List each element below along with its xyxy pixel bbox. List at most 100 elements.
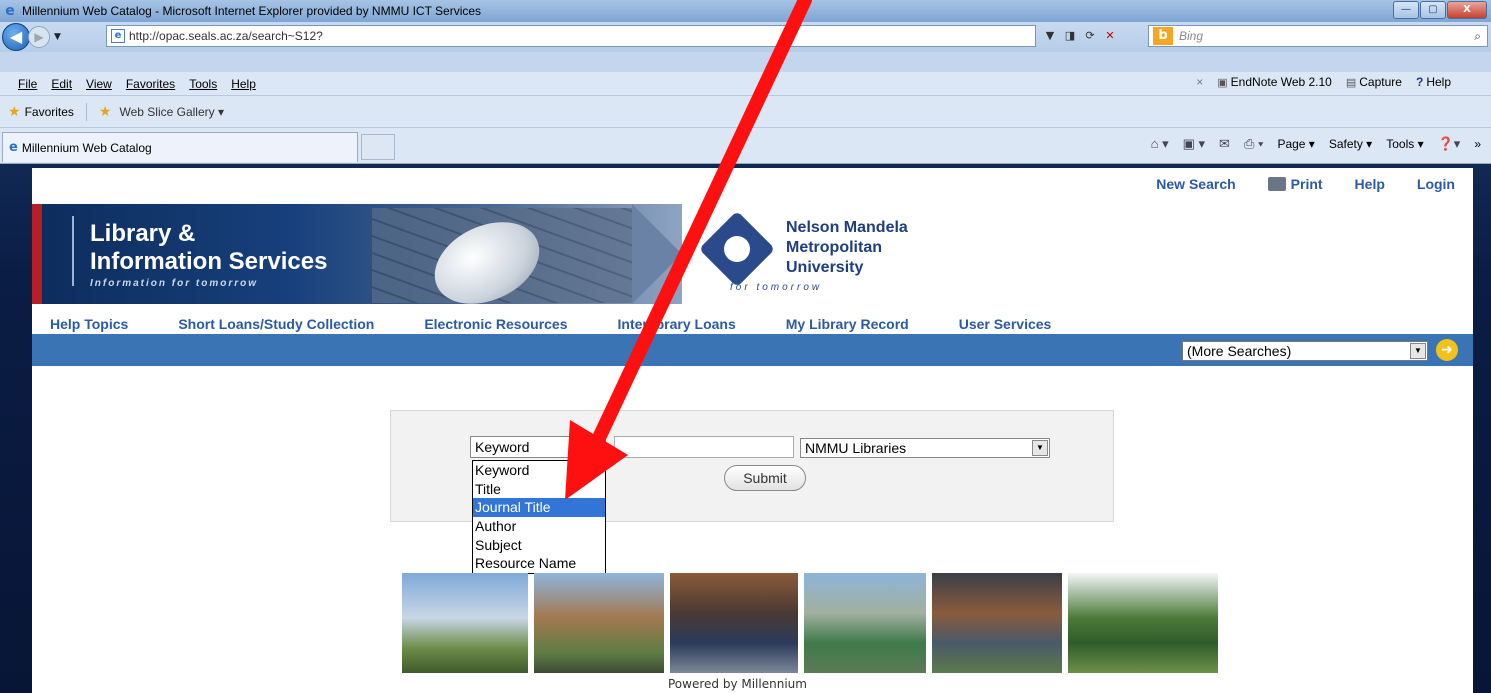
chevron-down-icon[interactable]: ▼ bbox=[1032, 440, 1048, 456]
search-placeholder: Bing bbox=[1179, 29, 1204, 43]
nav-help-topics[interactable]: Help Topics bbox=[50, 316, 128, 332]
close-button[interactable]: X bbox=[1447, 1, 1487, 19]
search-type-dropdown: Keyword Title Journal Title Author Subje… bbox=[472, 460, 606, 575]
search-box[interactable]: b Bing ⌕ bbox=[1148, 25, 1488, 47]
favorites-star-icon: ★ bbox=[8, 103, 21, 120]
endnote-icon: ▣ bbox=[1217, 77, 1228, 89]
campus-photo bbox=[932, 573, 1062, 673]
compatibility-view-icon[interactable]: ◨ bbox=[1060, 26, 1080, 46]
powered-by-footer: Powered by Millennium bbox=[668, 677, 807, 691]
forward-button[interactable]: ▶ bbox=[28, 26, 50, 48]
go-arrow-button[interactable]: ➜ bbox=[1436, 339, 1458, 361]
menu-file[interactable]: File bbox=[18, 77, 37, 91]
banner-tagline: Information for tomorrow bbox=[90, 278, 258, 289]
mail-icon[interactable]: ✉ bbox=[1219, 136, 1230, 152]
option-resource-name[interactable]: Resource Name bbox=[473, 554, 605, 573]
new-tab-button[interactable] bbox=[361, 134, 395, 160]
tab-millennium[interactable]: e Millennium Web Catalog bbox=[2, 132, 358, 162]
nav-my-library-record[interactable]: My Library Record bbox=[786, 316, 909, 332]
page-content: New Search Print Help Login Library & In… bbox=[32, 168, 1473, 693]
page-icon: e bbox=[111, 29, 125, 43]
print-link[interactable]: Print bbox=[1267, 176, 1323, 192]
university-tagline: for tomorrow bbox=[730, 282, 823, 293]
chevron-down-icon[interactable]: ▼ bbox=[1410, 343, 1426, 359]
window-title-bar: e Millennium Web Catalog - Microsoft Int… bbox=[0, 0, 1491, 22]
capture-icon: ▤ bbox=[1345, 77, 1357, 89]
top-links: New Search Print Help Login bbox=[1124, 176, 1455, 192]
history-dropdown-icon[interactable]: ▼ bbox=[54, 32, 61, 42]
maximize-button[interactable]: ▢ bbox=[1420, 1, 1446, 19]
banner-title-line1: Library & bbox=[90, 220, 196, 247]
nav-interlibrary-loans[interactable]: Interlibrary Loans bbox=[618, 316, 736, 332]
address-toolbar: ◀ ▶ ▼ e http://opac.seals.ac.za/search~S… bbox=[0, 22, 1491, 52]
login-link[interactable]: Login bbox=[1417, 176, 1455, 192]
search-query-input[interactable] bbox=[614, 436, 794, 458]
more-searches-select[interactable]: (More Searches) ▼ bbox=[1182, 341, 1428, 361]
search-type-select[interactable]: Keyword ▼ bbox=[470, 436, 606, 458]
menu-help[interactable]: Help bbox=[231, 77, 256, 91]
window-title: Millennium Web Catalog - Microsoft Inter… bbox=[22, 4, 482, 18]
print-icon[interactable]: ⎙ ▾ bbox=[1244, 136, 1263, 152]
university-name: Nelson Mandela Metropolitan University bbox=[786, 218, 908, 278]
back-button[interactable]: ◀ bbox=[2, 23, 30, 51]
print-label: Print bbox=[1290, 176, 1323, 192]
favorites-button[interactable]: Favorites bbox=[25, 105, 74, 119]
help-link[interactable]: Help bbox=[1355, 176, 1385, 192]
campus-photo bbox=[402, 573, 528, 673]
menu-view[interactable]: View bbox=[86, 77, 112, 91]
minimize-button[interactable]: — bbox=[1393, 1, 1419, 19]
university-name-line2: Metropolitan bbox=[786, 239, 882, 256]
capture-label: Capture bbox=[1359, 75, 1402, 89]
tab-bar: e Millennium Web Catalog ⌂ ▾ ▣ ▾ ✉ ⎙ ▾ P… bbox=[0, 128, 1491, 164]
address-input[interactable]: e http://opac.seals.ac.za/search~S12? bbox=[106, 25, 1036, 47]
search-type-value: Keyword bbox=[475, 439, 530, 455]
page-menu[interactable]: Page ▾ bbox=[1277, 137, 1314, 151]
option-author[interactable]: Author bbox=[473, 517, 605, 536]
option-journal-title[interactable]: Journal Title bbox=[473, 498, 605, 518]
campus-photo bbox=[804, 573, 926, 673]
menu-favorites[interactable]: Favorites bbox=[126, 77, 175, 91]
home-icon[interactable]: ⌂ ▾ bbox=[1151, 136, 1169, 152]
menu-edit[interactable]: Edit bbox=[51, 77, 72, 91]
capture-button[interactable]: ▤ Capture bbox=[1346, 75, 1402, 89]
window-controls: — ▢ X bbox=[1392, 1, 1487, 19]
url-text: http://opac.seals.ac.za/search~S12? bbox=[129, 29, 323, 43]
search-icon[interactable]: ⌕ bbox=[1474, 29, 1481, 44]
close-toolbar-icon[interactable]: × bbox=[1196, 75, 1203, 89]
banner-arrow-shape bbox=[632, 204, 682, 304]
option-subject[interactable]: Subject bbox=[473, 536, 605, 555]
option-keyword[interactable]: Keyword bbox=[473, 461, 605, 480]
university-name-line1: Nelson Mandela bbox=[786, 219, 908, 236]
endnote-button[interactable]: ▣ EndNote Web 2.10 bbox=[1217, 75, 1332, 89]
library-select[interactable]: NMMU Libraries ▼ bbox=[800, 438, 1050, 458]
overflow-icon[interactable]: » bbox=[1474, 137, 1481, 151]
feeds-icon[interactable]: ▣ ▾ bbox=[1183, 136, 1205, 152]
menu-tools[interactable]: Tools bbox=[189, 77, 217, 91]
submit-button[interactable]: Submit bbox=[724, 465, 806, 491]
banner-divider bbox=[72, 216, 74, 286]
nav-short-loans[interactable]: Short Loans/Study Collection bbox=[178, 316, 374, 332]
help-circle-icon[interactable]: ❓▾ bbox=[1438, 136, 1461, 152]
nav-user-services[interactable]: User Services bbox=[959, 316, 1052, 332]
tab-ie-icon: e bbox=[9, 140, 18, 155]
chevron-down-icon[interactable]: ▼ bbox=[588, 438, 604, 454]
divider bbox=[85, 102, 87, 121]
safety-menu[interactable]: Safety ▾ bbox=[1329, 137, 1372, 151]
help-button[interactable]: ? Help bbox=[1416, 75, 1451, 89]
option-title[interactable]: Title bbox=[473, 480, 605, 499]
help-icon: ? bbox=[1415, 75, 1424, 89]
address-dropdown-icon[interactable]: ▼ bbox=[1040, 26, 1060, 46]
add-favorite-icon[interactable]: ★ bbox=[99, 104, 112, 120]
stop-icon[interactable]: ✕ bbox=[1100, 26, 1120, 46]
more-searches-value: (More Searches) bbox=[1187, 343, 1292, 359]
campus-photo bbox=[670, 573, 798, 673]
new-search-link[interactable]: New Search bbox=[1156, 176, 1235, 192]
bing-icon: b bbox=[1153, 27, 1173, 45]
web-slice-gallery[interactable]: Web Slice Gallery ▾ bbox=[119, 105, 224, 119]
ie-icon: e bbox=[5, 3, 15, 19]
refresh-icon[interactable]: ⟳ bbox=[1080, 26, 1100, 46]
university-logo-emblem bbox=[724, 236, 750, 262]
banner-accent bbox=[32, 204, 42, 304]
tools-menu[interactable]: Tools ▾ bbox=[1386, 137, 1423, 151]
nav-electronic-resources[interactable]: Electronic Resources bbox=[424, 316, 567, 332]
